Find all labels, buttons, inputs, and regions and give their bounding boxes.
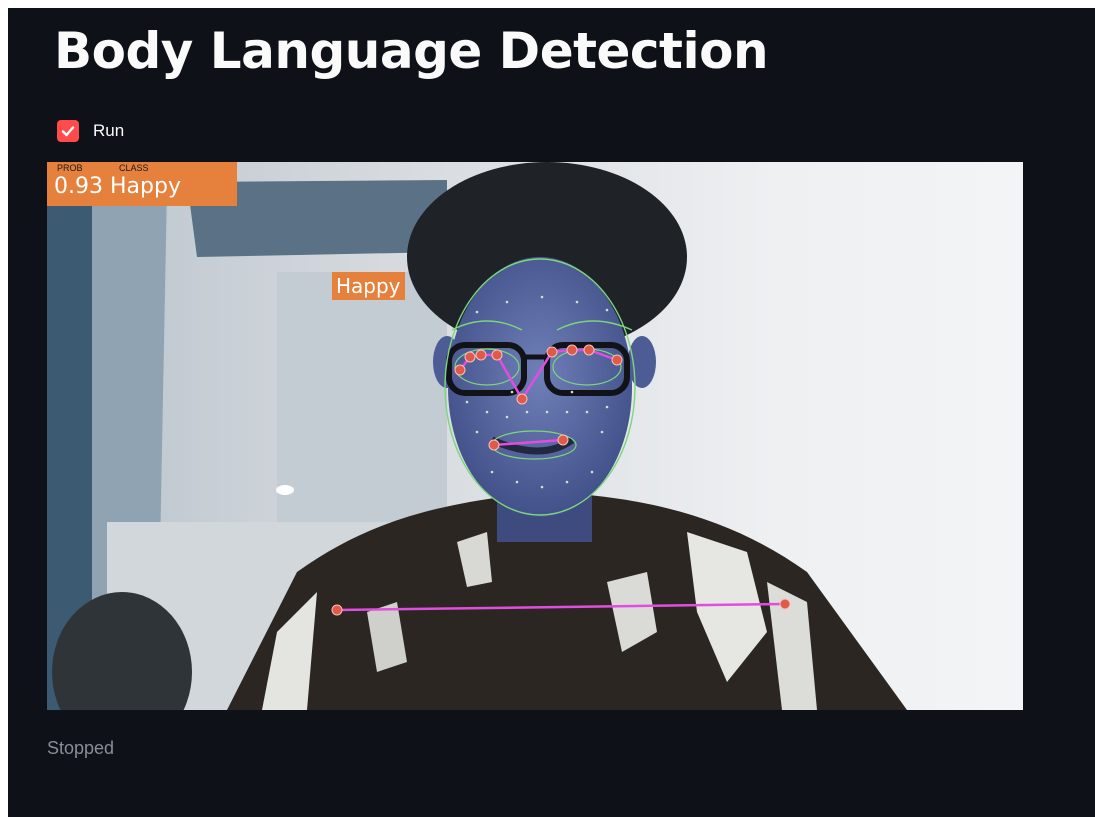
prob-header: PROB (57, 163, 83, 173)
class-header: CLASS (119, 163, 149, 173)
video-feed: PROB CLASS 0.93 Happy Happy (47, 162, 1023, 710)
face-class-label: Happy (332, 272, 405, 300)
class-value: Happy (109, 174, 181, 199)
check-icon (61, 126, 75, 137)
page-title: Body Language Detection (54, 22, 769, 80)
camera-frame-image (47, 162, 1023, 710)
prediction-text: 0.93 Happy (54, 174, 181, 199)
run-label: Run (93, 121, 125, 140)
status-text: Stopped (47, 738, 115, 758)
run-checkbox[interactable]: Run (57, 120, 124, 142)
prob-value: 0.93 (54, 174, 103, 199)
prediction-overlay: PROB CLASS 0.93 Happy (47, 162, 237, 206)
checkbox-box[interactable] (57, 120, 79, 142)
